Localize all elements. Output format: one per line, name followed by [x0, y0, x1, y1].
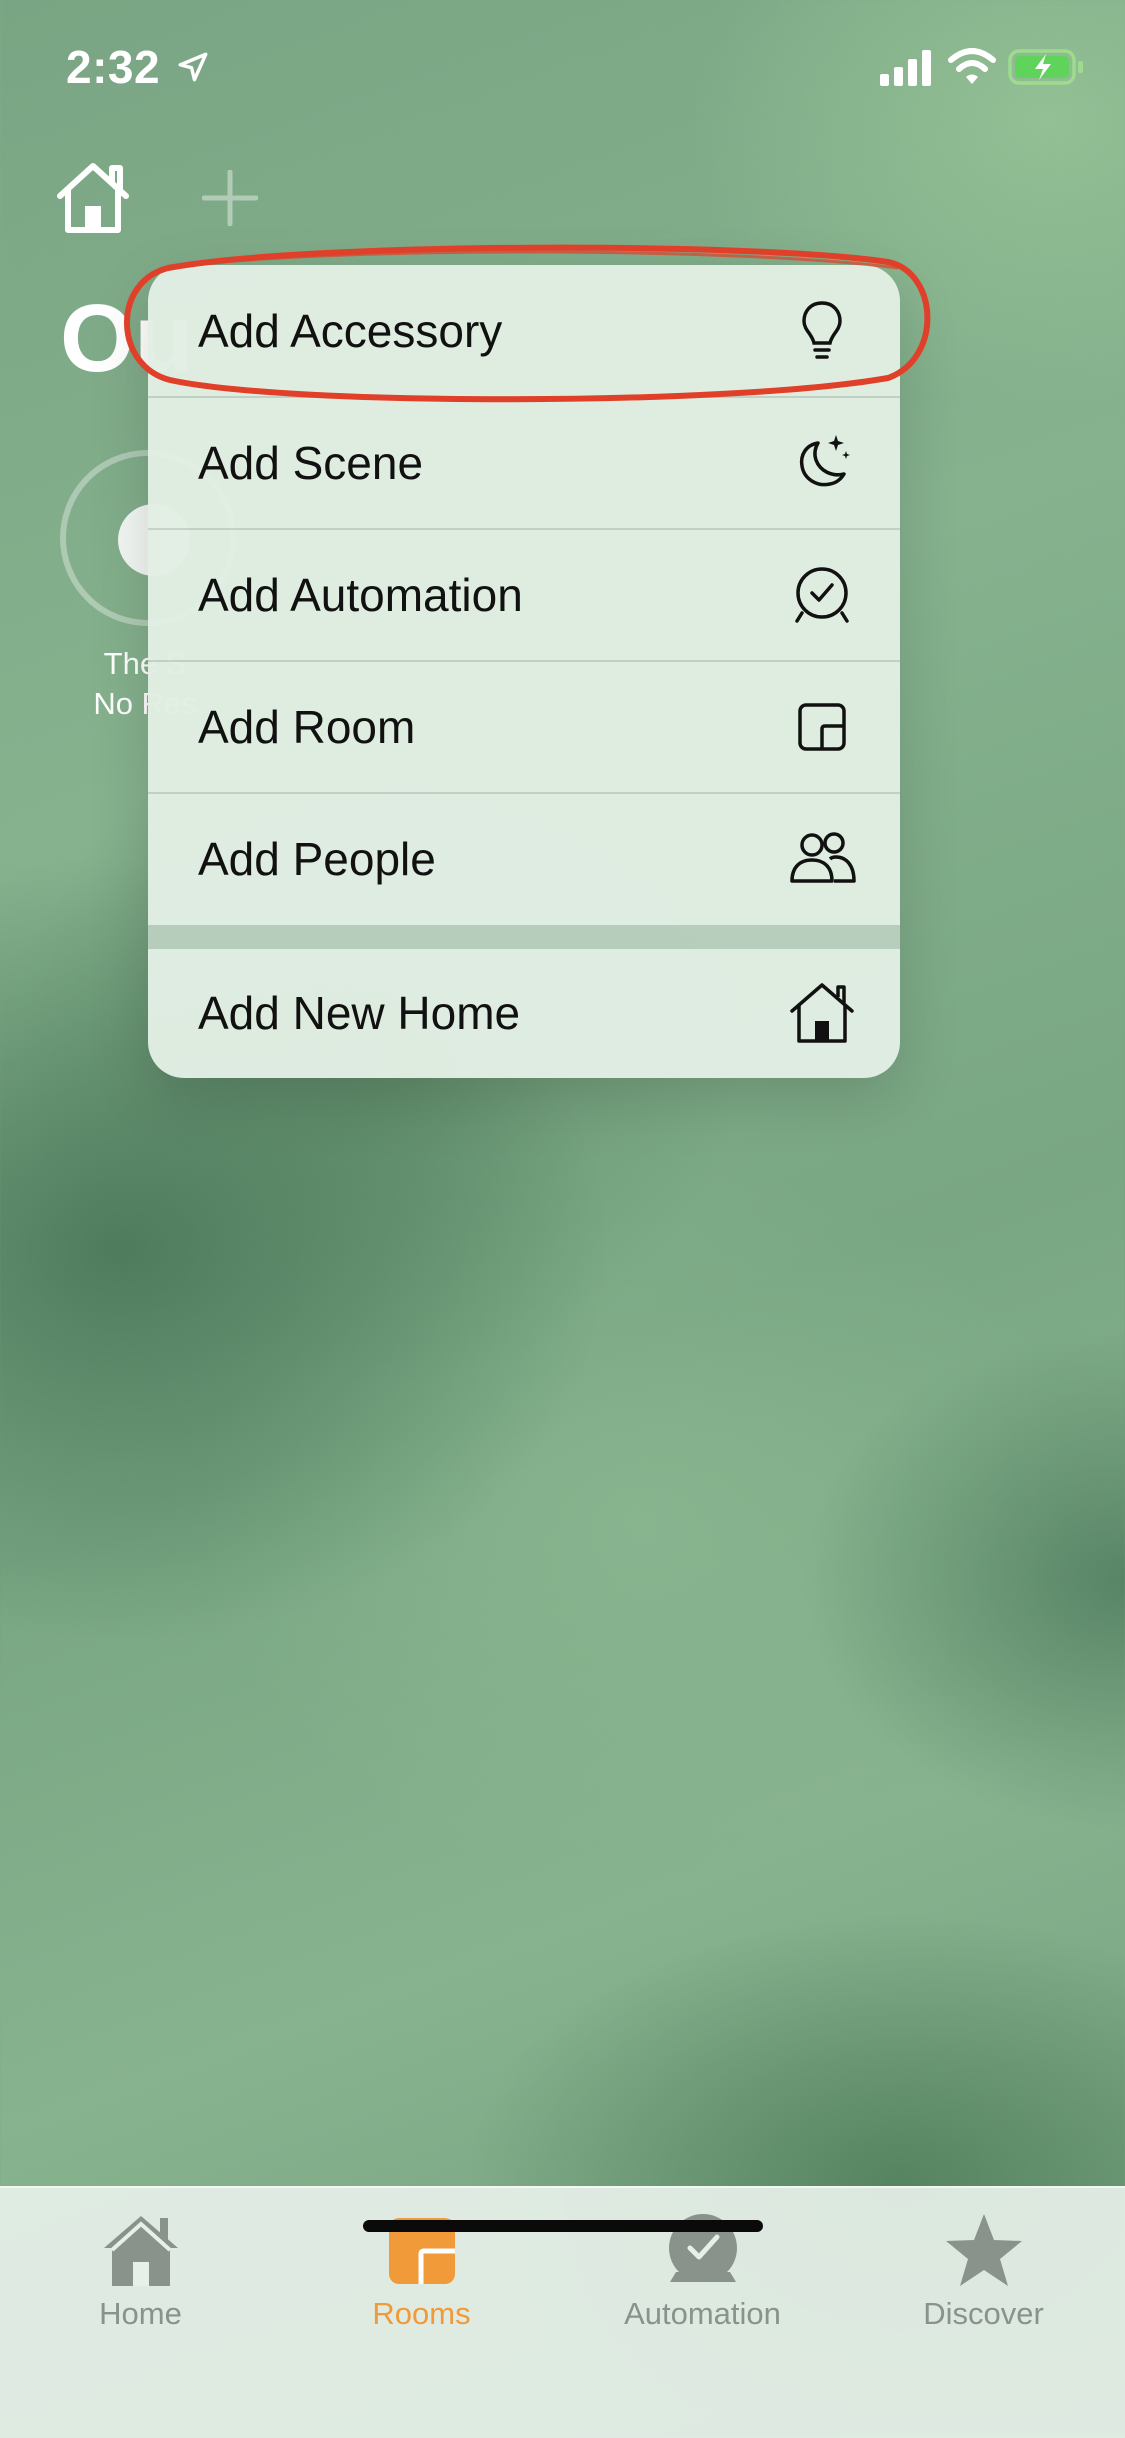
tab-label: Home — [99, 2296, 182, 2331]
menu-item-add-scene[interactable]: Add Scene — [148, 397, 900, 529]
status-time: 2:32 — [66, 41, 161, 93]
menu-item-label: Add New Home — [198, 987, 521, 1039]
menu-item-add-automation[interactable]: Add Automation — [148, 529, 900, 661]
menu-item-add-new-home[interactable]: Add New Home — [148, 949, 900, 1078]
cellular-signal-icon — [880, 50, 931, 86]
menu-item-label: Add Automation — [198, 569, 523, 621]
status-bar: 2:32 — [0, 0, 1125, 140]
house-icon — [104, 2216, 178, 2286]
add-plus-icon[interactable] — [202, 170, 258, 226]
clock-check-icon — [795, 567, 849, 623]
wifi-icon — [948, 48, 996, 84]
home-icon[interactable] — [54, 160, 132, 234]
highlight-annotation — [124, 244, 931, 403]
tab-rooms[interactable]: Rooms — [281, 2188, 562, 2388]
menu-group-divider — [148, 925, 900, 949]
tab-discover[interactable]: Discover — [843, 2188, 1124, 2388]
tab-home[interactable]: Home — [0, 2188, 281, 2388]
room-icon — [798, 703, 846, 751]
tab-automation[interactable]: Automation — [562, 2188, 843, 2388]
tab-label: Discover — [923, 2296, 1044, 2331]
home-indicator — [363, 2220, 763, 2232]
star-icon — [946, 2214, 1022, 2286]
menu-item-add-room[interactable]: Add Room — [148, 661, 900, 793]
menu-item-label: Add Room — [198, 701, 416, 753]
menu-item-label: Add Scene — [198, 437, 424, 489]
location-arrow-icon — [178, 52, 208, 82]
menu-item-add-people[interactable]: Add People — [148, 793, 900, 925]
moon-stars-icon — [799, 435, 850, 487]
battery-charging-icon — [1008, 49, 1083, 85]
tab-label: Rooms — [372, 2296, 471, 2331]
menu-item-label: Add People — [198, 833, 436, 885]
house-icon — [790, 983, 854, 1043]
people-icon — [790, 832, 856, 883]
tab-label: Automation — [624, 2296, 781, 2331]
